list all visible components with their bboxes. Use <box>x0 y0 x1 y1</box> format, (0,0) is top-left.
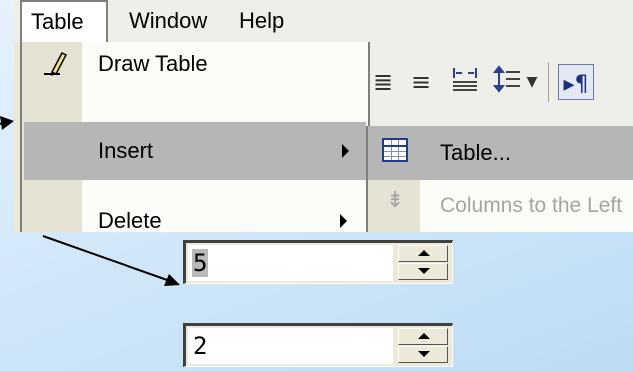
menu-item-insert[interactable]: Insert <box>24 122 366 180</box>
submenu-arrow-icon <box>342 144 349 158</box>
submenu-item-table[interactable]: Table... <box>368 126 633 180</box>
arrow-to-insert <box>0 116 14 130</box>
menu-help[interactable]: Help <box>230 0 293 42</box>
columns-spinbox: 5 <box>183 240 453 284</box>
columns-input[interactable]: 5 <box>188 245 393 281</box>
submenu-arrow-icon <box>340 214 347 228</box>
insert-table-label: Table... <box>440 140 511 165</box>
columns-decrement-button[interactable] <box>398 263 448 280</box>
toolbar-separator <box>548 62 549 102</box>
insert-submenu: Table... ⇟ Columns to the Left <box>366 126 633 232</box>
spin-up-icon <box>418 250 430 256</box>
spin-down-icon <box>418 351 430 357</box>
spin-up-icon <box>418 333 430 339</box>
table-menu-dropdown: Draw Table Insert Delete <box>20 42 370 232</box>
rows-spinbox: 2 <box>183 323 453 367</box>
menu-bar: Table Window Help <box>14 0 633 44</box>
rows-input[interactable]: 2 <box>188 328 393 364</box>
columns-value: 5 <box>192 249 209 277</box>
rows-decrement-button[interactable] <box>398 346 448 363</box>
pilcrow-glyph: ▸¶ <box>563 72 589 97</box>
delete-label: Delete <box>98 208 162 232</box>
table-grid-icon <box>382 138 408 162</box>
draw-table-label: Draw Table <box>98 51 208 76</box>
rows-increment-button[interactable] <box>398 328 448 345</box>
show-hide-formatting-icon[interactable]: ▸¶ <box>558 64 594 100</box>
menu-table-label: Table <box>31 9 84 34</box>
menu-table[interactable]: Table <box>20 0 108 44</box>
word-menu-screenshot: Table Window Help ≣ ≡ ▼ ▸¶ Draw Table In… <box>14 0 633 232</box>
menu-help-label: Help <box>239 8 285 33</box>
menu-window[interactable]: Window <box>120 0 216 42</box>
distributed-svg <box>453 68 477 91</box>
formatting-toolbar: ≣ ≡ ▼ ▸¶ <box>366 42 633 126</box>
insert-label: Insert <box>98 138 154 163</box>
spin-down-icon <box>418 268 430 274</box>
line-spacing-icon[interactable] <box>490 64 524 100</box>
line-spacing-svg <box>492 65 520 93</box>
menu-window-label: Window <box>129 8 208 33</box>
arrow-to-columns-field <box>42 235 180 286</box>
slide: Table Window Help ≣ ≡ ▼ ▸¶ Draw Table In… <box>0 0 633 371</box>
menu-item-draw-table[interactable]: Draw Table <box>22 42 368 86</box>
pencil-icon <box>44 52 68 76</box>
menu-item-delete[interactable]: Delete <box>22 192 368 232</box>
distributed-icon[interactable] <box>448 64 482 100</box>
justify-icon[interactable]: ≡ <box>404 64 438 100</box>
columns-left-label: Columns to the Left <box>440 194 623 217</box>
insert-columns-icon: ⇟ <box>386 188 405 213</box>
columns-increment-button[interactable] <box>398 245 448 262</box>
align-right-icon[interactable]: ≣ <box>366 64 400 100</box>
dropdown-arrow-icon[interactable]: ▼ <box>522 64 542 100</box>
rows-value: 2 <box>193 332 208 360</box>
